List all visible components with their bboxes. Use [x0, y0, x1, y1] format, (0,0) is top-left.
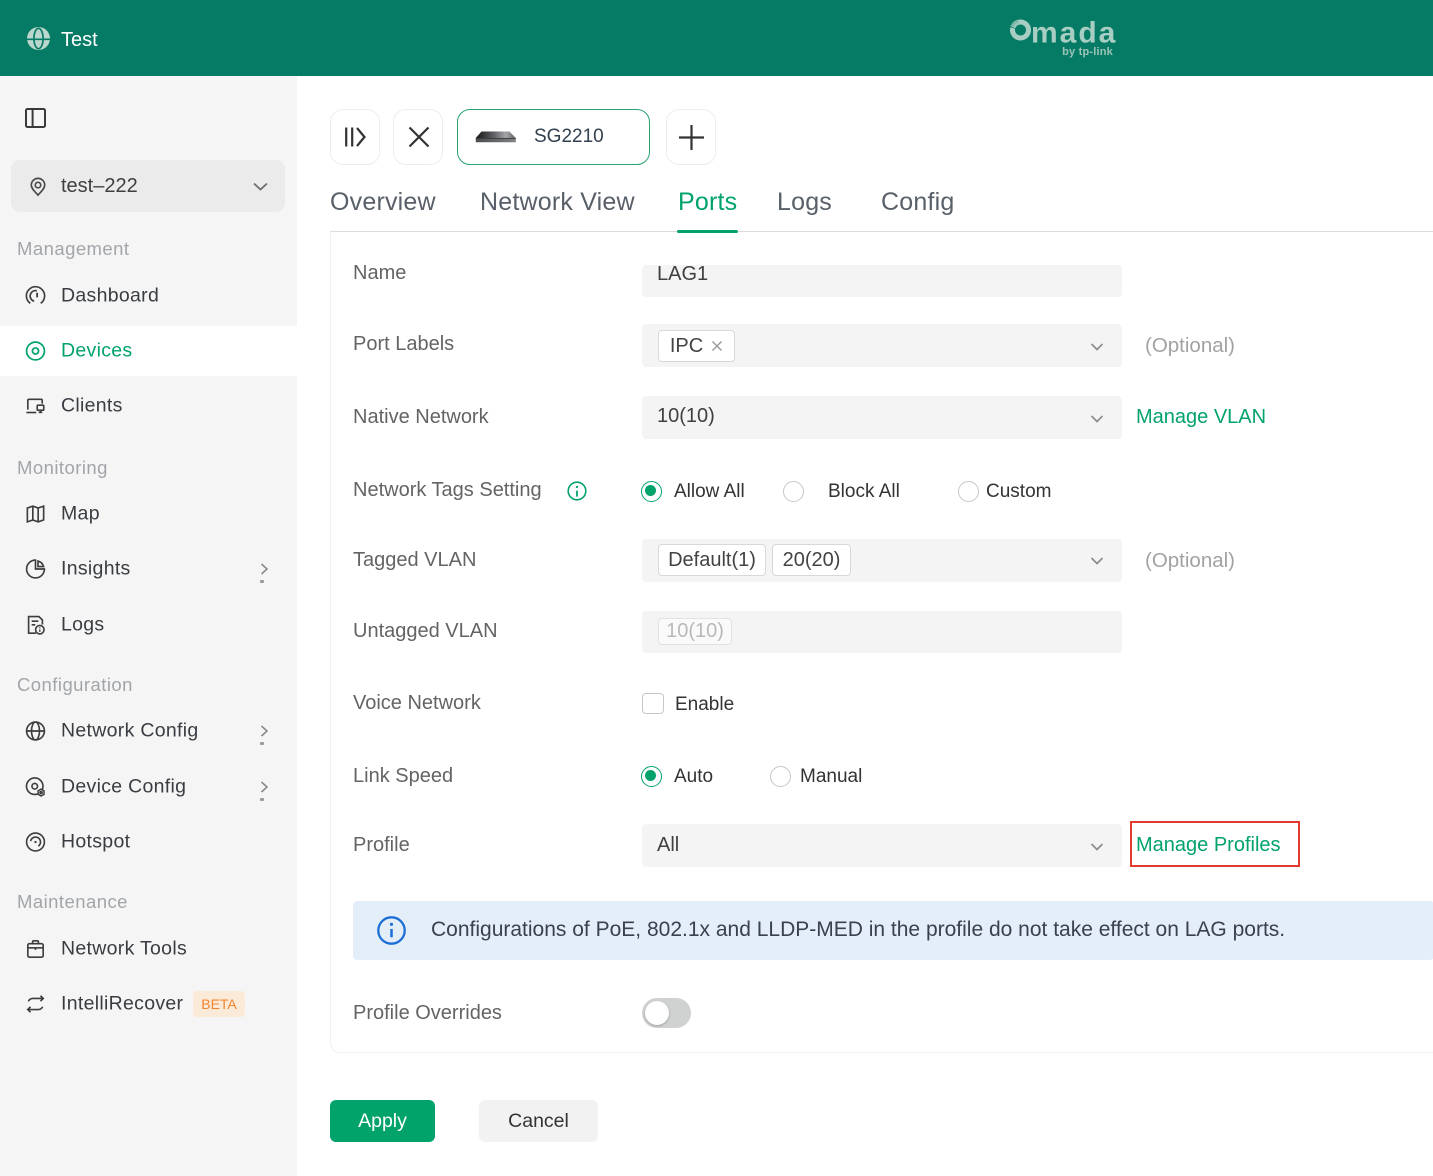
svg-text:mada: mada — [1031, 17, 1117, 50]
svg-text:by tp-link: by tp-link — [1062, 46, 1114, 58]
